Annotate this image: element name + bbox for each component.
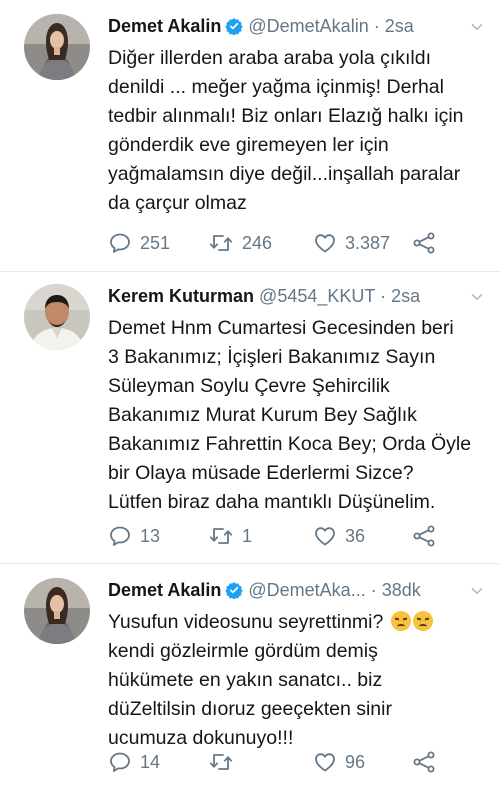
heart-icon [313,231,337,255]
tweet-text-line-1: Yusufun videosunu seyrettinmi? [108,611,384,633]
tweet-text: Diğer illerden araba araba yola çıkıldı … [108,47,464,214]
retweet-button[interactable]: 246 [208,231,272,255]
tweet-2[interactable]: Kerem Kuturman @5454_KKUT · 2sa Demet Hn… [0,272,500,564]
retweet-icon [208,750,234,774]
woman-avatar-image [24,14,90,80]
avatar[interactable] [24,284,90,350]
like-count: 3.387 [345,232,391,253]
like-count: 36 [345,525,366,546]
reply-button[interactable]: 251 [108,231,170,255]
disappointed-face-emoji-icon [412,611,433,631]
share-button[interactable] [412,750,436,774]
author-name[interactable]: Demet Akalin [108,580,221,600]
like-count: 96 [345,751,366,772]
reply-count: 14 [140,751,161,772]
share-icon [412,524,436,548]
verified-badge-icon [225,17,243,40]
heart-icon [313,524,337,548]
woman-avatar-image [24,578,90,644]
chevron-down-icon[interactable] [468,582,486,605]
like-button[interactable]: 96 [313,750,365,774]
author-handle[interactable]: @5454_KKUT [259,286,375,306]
reply-button[interactable]: 14 [108,750,160,774]
reply-count: 251 [140,232,171,253]
reply-icon [108,524,132,548]
tweet-text: Yusufun videosunu seyrettinmi? kendi göz… [108,608,486,753]
tweet-text-rest: kendi gözleirmle gördüm demiş hükümete e… [108,640,392,749]
author-name[interactable]: Demet Akalin [108,16,221,36]
timestamp[interactable]: 2sa [391,286,420,306]
tweet-3[interactable]: Demet Akalin @DemetAka... · 38dk Yusufun… [0,564,500,794]
separator-dot: · [370,580,377,600]
retweet-button[interactable]: 1 [208,524,252,548]
separator-dot: · [380,286,387,306]
reply-icon [108,231,132,255]
disappointed-face-emoji-icon [390,611,411,631]
reply-icon [108,750,132,774]
author-handle[interactable]: @DemetAka... [248,580,365,600]
retweet-icon [208,524,234,548]
man-avatar-image [24,284,90,350]
share-icon [412,750,436,774]
like-button[interactable]: 3.387 [313,231,390,255]
share-button[interactable] [412,231,436,255]
avatar[interactable] [24,578,90,644]
retweet-button[interactable] [208,750,242,774]
timestamp[interactable]: 38dk [382,580,421,600]
tweet-1[interactable]: Demet Akalin @DemetAkalin · 2sa Diğer il… [0,0,500,272]
chevron-down-icon[interactable] [468,288,486,311]
timestamp[interactable]: 2sa [385,16,414,36]
like-button[interactable]: 36 [313,524,365,548]
share-button[interactable] [412,524,436,548]
retweet-count: 246 [242,232,273,253]
author-handle[interactable]: @DemetAkalin [248,16,368,36]
tweet-text: Demet Hnm Cumartesi Gecesinden beri 3 Ba… [108,317,472,513]
reply-count: 13 [140,525,161,546]
separator-dot: · [373,16,380,36]
author-name[interactable]: Kerem Kuturman [108,286,254,306]
chevron-down-icon[interactable] [468,18,486,41]
heart-icon [313,750,337,774]
verified-badge-icon [225,581,243,604]
retweet-icon [208,231,234,255]
share-icon [412,231,436,255]
avatar[interactable] [24,14,90,80]
reply-button[interactable]: 13 [108,524,160,548]
retweet-count: 1 [242,525,253,546]
